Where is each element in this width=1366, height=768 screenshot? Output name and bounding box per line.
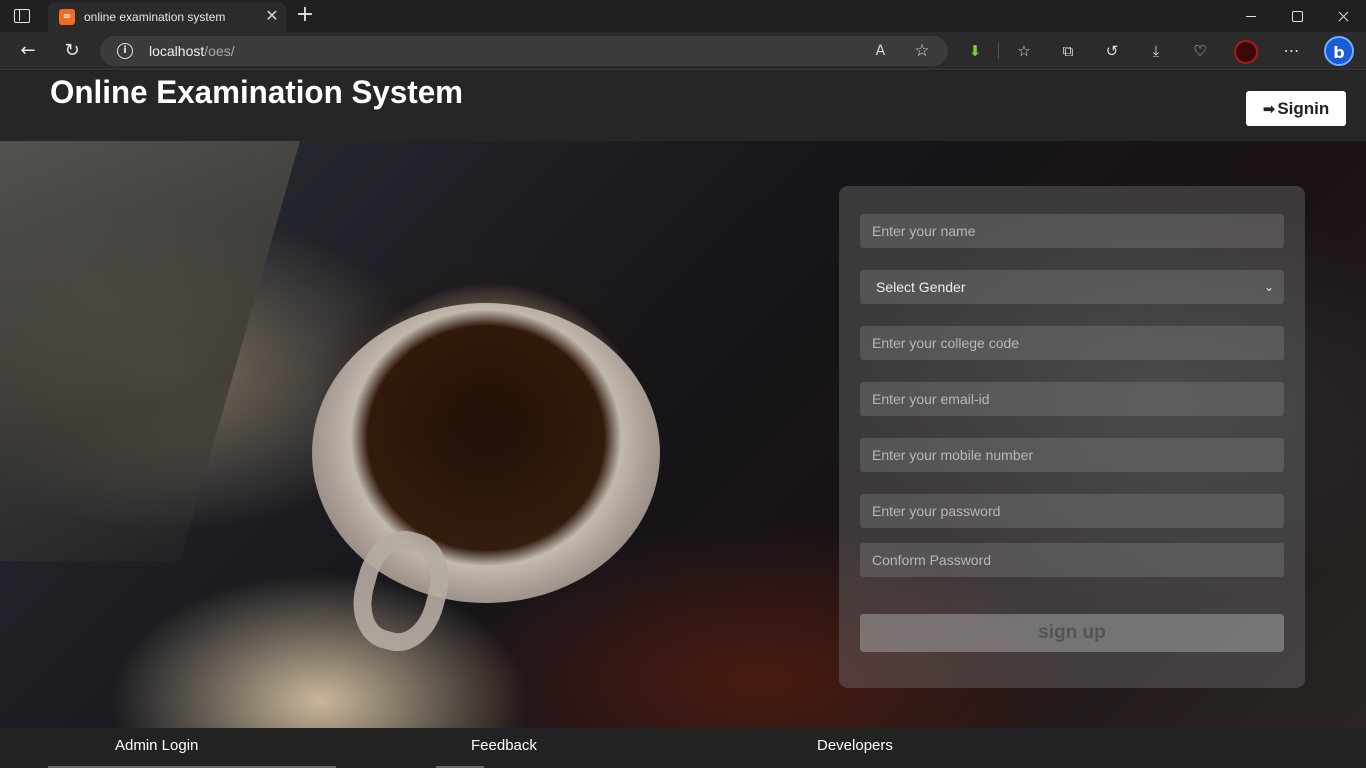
history-icon[interactable]: ↺ xyxy=(1101,41,1123,61)
new-tab-icon[interactable]: + xyxy=(294,3,316,27)
maximize-icon[interactable] xyxy=(1274,0,1320,32)
reload-icon[interactable]: ↻ xyxy=(60,39,84,63)
signup-form: Enter your name Select Gender ⌄ Enter yo… xyxy=(839,186,1305,688)
bing-copilot-icon[interactable]: b xyxy=(1324,36,1354,66)
xampp-favicon-icon: ∞ xyxy=(59,9,75,25)
site-footer: Admin Login Feedback Developers xyxy=(0,728,1366,768)
browser-tab-bar: ∞ online examination system ✕ + xyxy=(0,0,1366,32)
college-code-input[interactable]: Enter your college code xyxy=(860,326,1284,360)
back-icon[interactable]: ← xyxy=(16,39,40,63)
profile-avatar-icon[interactable] xyxy=(1234,40,1258,64)
minimize-icon[interactable] xyxy=(1228,0,1274,32)
tab-actions-icon[interactable] xyxy=(12,7,36,25)
favorite-star-icon[interactable]: ☆ xyxy=(912,41,932,61)
gender-selected-value: Select Gender xyxy=(876,279,966,295)
password-input[interactable]: Enter your password xyxy=(860,494,1284,528)
hero-background-image: Enter your name Select Gender ⌄ Enter yo… xyxy=(0,141,1366,728)
tab-title: online examination system xyxy=(84,10,226,24)
tab-close-icon[interactable]: ✕ xyxy=(262,6,282,26)
signin-label: Signin xyxy=(1277,99,1330,118)
site-header: Online Examination System ➡ Signin xyxy=(0,71,1366,141)
signin-button[interactable]: ➡ Signin xyxy=(1246,91,1346,126)
signin-arrow-icon: ➡ xyxy=(1262,100,1276,118)
extension-download-icon[interactable]: ⬇ xyxy=(964,41,986,61)
confirm-password-input[interactable]: Conform Password xyxy=(860,543,1284,577)
gender-select[interactable]: Select Gender ⌄ xyxy=(860,270,1284,304)
page-title: Online Examination System xyxy=(50,74,464,110)
toolbar-separator xyxy=(998,43,999,59)
web-page: Online Examination System ➡ Signin Enter … xyxy=(0,71,1366,768)
more-options-icon[interactable]: ⋯ xyxy=(1281,41,1303,61)
name-input[interactable]: Enter your name xyxy=(860,214,1284,248)
footer-link-feedback[interactable]: Feedback xyxy=(471,737,537,754)
chevron-down-icon: ⌄ xyxy=(1263,280,1275,294)
email-input[interactable]: Enter your email-id xyxy=(860,382,1284,416)
signup-button[interactable]: sign up xyxy=(860,614,1284,652)
info-icon[interactable]: i xyxy=(117,43,133,59)
downloads-icon[interactable]: ⤓ xyxy=(1145,41,1167,61)
url-text[interactable]: localhost/oes/ xyxy=(149,43,235,59)
browser-toolbar: ← ↻ i localhost/oes/ A ☆ ⬇ ☆ ⧉ ↺ ⤓ ♡ ⋯ b xyxy=(0,32,1366,70)
browser-tab[interactable]: ∞ online examination system ✕ xyxy=(48,2,286,32)
favorites-icon[interactable]: ☆ xyxy=(1013,41,1035,61)
address-bar[interactable]: i localhost/oes/ A ☆ xyxy=(100,36,948,66)
read-aloud-icon[interactable]: A xyxy=(872,41,892,61)
book-photo-region xyxy=(0,141,300,561)
browser-essentials-icon[interactable]: ♡ xyxy=(1189,41,1211,61)
footer-link-developers[interactable]: Developers xyxy=(817,737,893,754)
mobile-input[interactable]: Enter your mobile number xyxy=(860,438,1284,472)
window-close-icon[interactable] xyxy=(1320,0,1366,32)
footer-link-admin-login[interactable]: Admin Login xyxy=(115,737,198,754)
collections-icon[interactable]: ⧉ xyxy=(1057,41,1079,61)
